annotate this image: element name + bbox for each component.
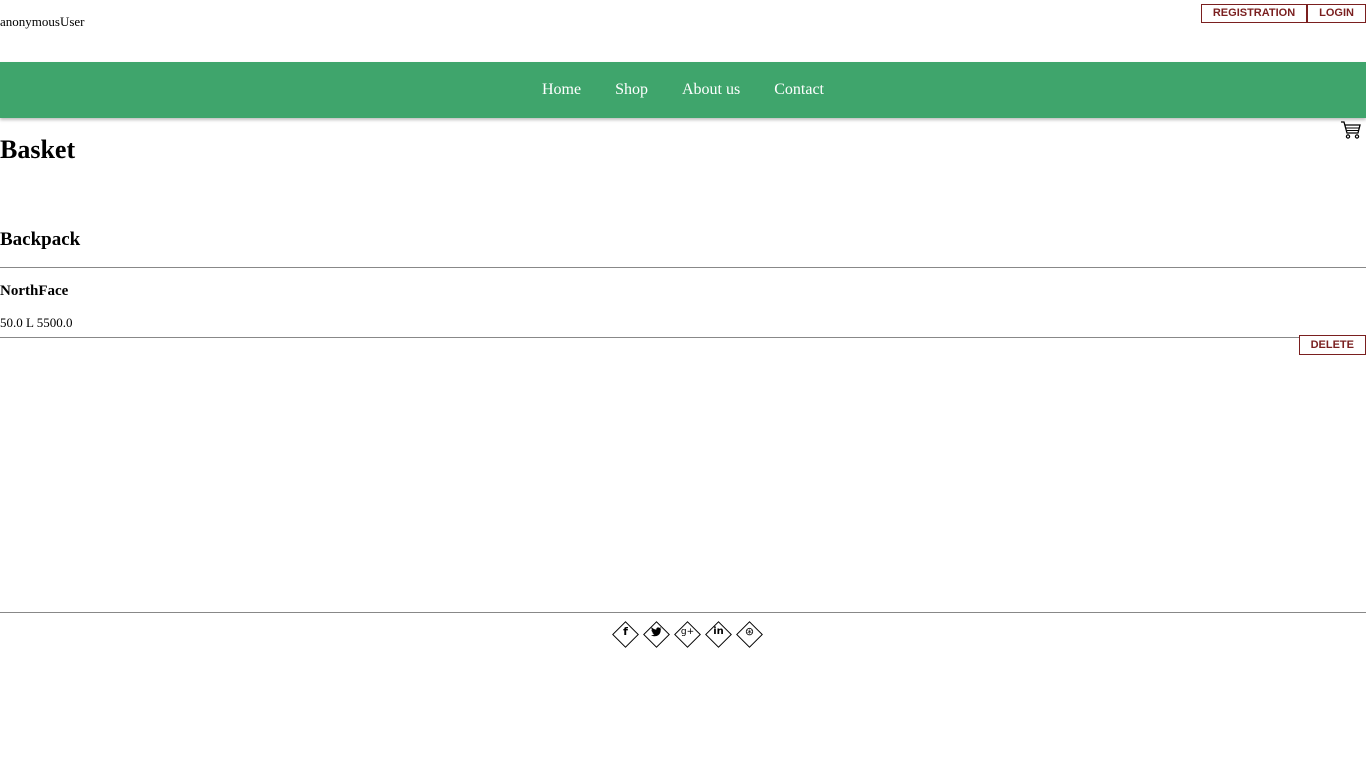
nav-link-contact[interactable]: Contact	[774, 81, 824, 98]
main-navigation: Home Shop About us Contact	[0, 62, 1366, 118]
dribbble-icon[interactable]: ⊛	[736, 620, 767, 650]
linkedin-icon[interactable]: in	[705, 620, 736, 650]
nav-link-about-us[interactable]: About us	[682, 81, 740, 98]
nav-link-home[interactable]: Home	[542, 81, 581, 98]
item-divider-bottom	[0, 337, 1366, 338]
item-divider-top	[0, 267, 1366, 268]
footer-divider	[0, 612, 1366, 613]
shopping-cart-icon[interactable]	[1340, 120, 1362, 140]
basket-content: Basket Backpack NorthFace 50.0 L 5500.0 …	[0, 118, 1366, 612]
google-plus-glyph: g+	[680, 627, 695, 637]
facebook-icon[interactable]: f	[612, 620, 643, 650]
facebook-glyph: f	[623, 625, 628, 638]
social-links: f g+ in ⊛	[612, 620, 767, 650]
dribbble-glyph: ⊛	[744, 625, 755, 638]
nav-link-shop[interactable]: Shop	[615, 81, 648, 98]
item-details: 50.0 L 5500.0	[0, 315, 73, 330]
page-title: Basket	[0, 135, 76, 164]
login-button[interactable]: LOGIN	[1307, 4, 1366, 23]
item-category: Backpack	[0, 229, 81, 250]
twitter-icon[interactable]	[643, 620, 674, 650]
twitter-glyph	[643, 625, 670, 641]
google-plus-icon[interactable]: g+	[674, 620, 705, 650]
registration-button[interactable]: REGISTRATION	[1200, 4, 1308, 23]
top-bar: anonymousUser REGISTRATION LOGIN	[0, 0, 1366, 62]
linkedin-glyph: in	[713, 626, 724, 637]
footer: f g+ in ⊛	[0, 612, 1366, 768]
auth-buttons: REGISTRATION LOGIN	[1200, 4, 1366, 23]
delete-button[interactable]: DELETE	[1298, 335, 1366, 355]
item-brand: NorthFace	[0, 283, 69, 299]
username-label: anonymousUser	[0, 14, 85, 29]
